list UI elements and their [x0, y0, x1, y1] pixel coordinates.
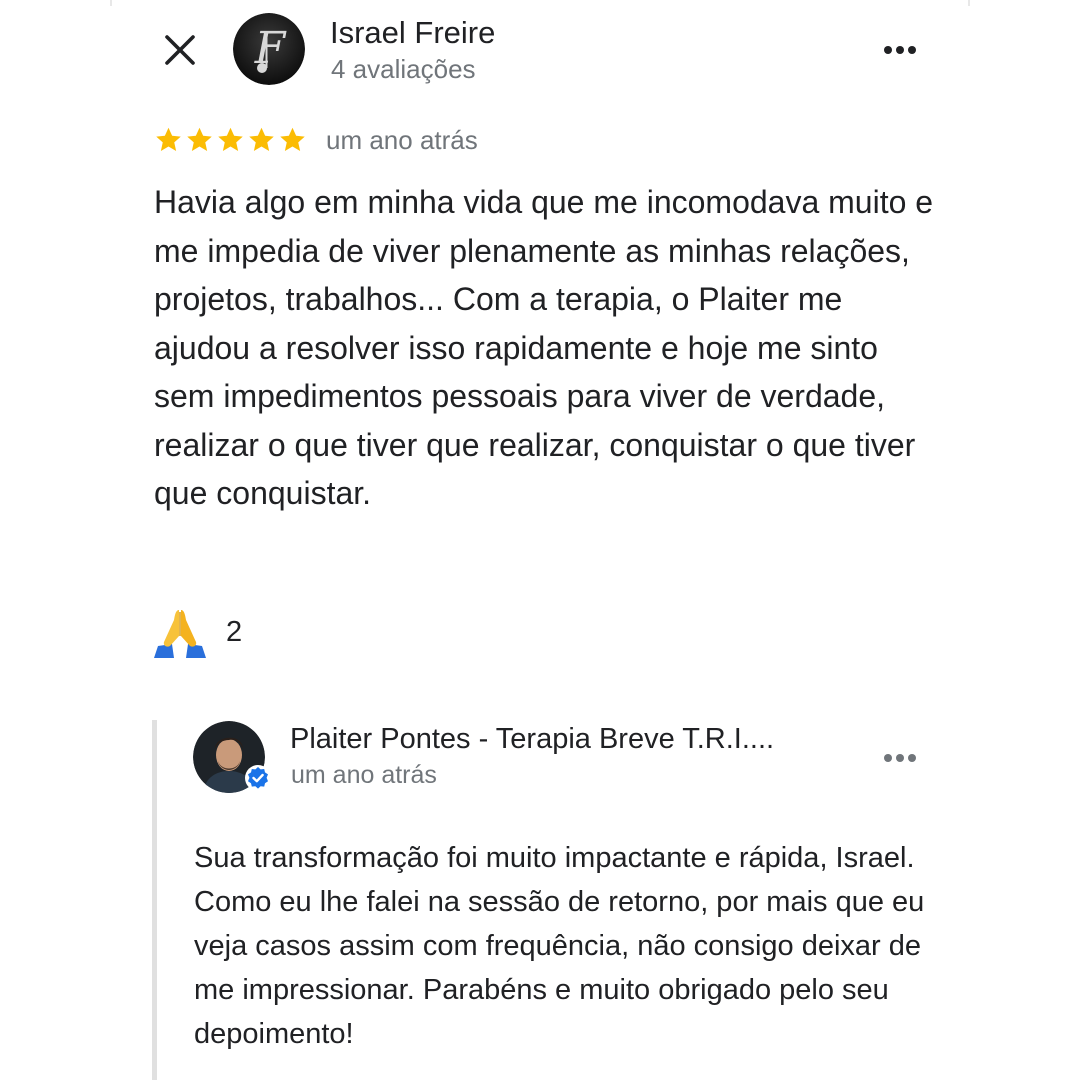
rating-row: um ano atrás [153, 122, 478, 158]
verified-check-icon [245, 765, 271, 791]
star-icon [156, 127, 181, 151]
review-time: um ano atrás [326, 124, 478, 155]
card-edge [968, 0, 970, 6]
author-avatar[interactable]: F [233, 13, 305, 85]
review-detail-screen: F Israel Freire 4 avaliações um ano atrá… [0, 0, 1080, 1080]
star-icon [280, 127, 305, 151]
star-icon [187, 127, 212, 151]
reply-indent-bar [152, 720, 157, 1080]
reaction-count: 2 [226, 615, 243, 648]
folded-hands-emoji [154, 610, 206, 658]
star-icon [249, 127, 274, 151]
card-edge [110, 0, 112, 6]
close-button[interactable] [160, 30, 200, 70]
more-horizontal-icon [882, 46, 918, 54]
more-options-button[interactable] [876, 32, 924, 68]
owner-avatar[interactable] [193, 721, 271, 793]
star-rating [153, 125, 308, 155]
star-icon [218, 127, 243, 151]
author-name[interactable]: Israel Freire [330, 15, 495, 51]
reply-time: um ano atrás [291, 761, 437, 789]
review-text: Havia algo em minha vida que me incomoda… [154, 184, 934, 511]
reply-text: Sua transformação foi muito impactante e… [194, 842, 925, 1050]
close-icon [165, 35, 195, 65]
letter-f-music-logo: F [233, 13, 305, 85]
reaction-button[interactable]: 2 [152, 606, 242, 658]
owner-name[interactable]: Plaiter Pontes - Terapia Breve T.R.I.... [290, 723, 774, 756]
author-review-count: 4 avaliações [331, 54, 476, 84]
more-horizontal-icon [882, 754, 918, 762]
reply-more-options-button[interactable] [876, 740, 924, 776]
